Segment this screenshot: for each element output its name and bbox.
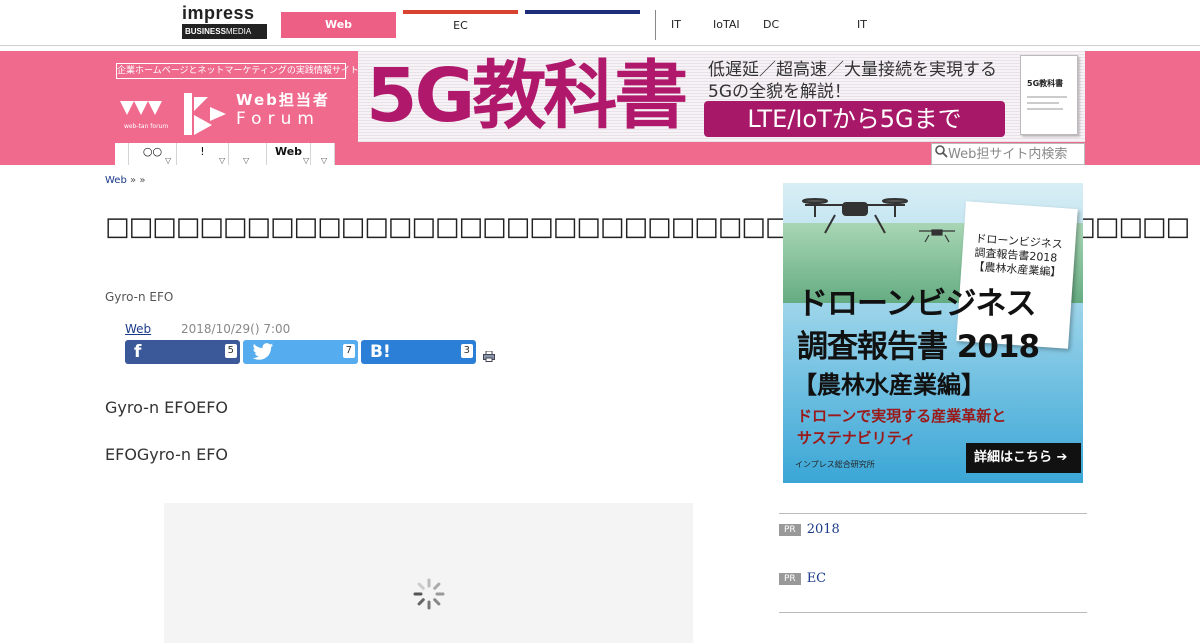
ad-title-line3: 【農林水産業編】 bbox=[793, 371, 985, 399]
inline-ad-placeholder bbox=[164, 503, 693, 643]
brand-line2: Forum bbox=[236, 109, 320, 129]
article-paragraph: Gyro-n EFOEFO bbox=[105, 398, 228, 417]
top-link-dc[interactable]: DC bbox=[763, 18, 779, 31]
nav-item-6[interactable]: ▽ bbox=[311, 143, 335, 165]
facebook-share-button[interactable]: f 5 bbox=[125, 340, 240, 364]
top-link-it-2[interactable]: IT bbox=[857, 18, 867, 31]
top-bar: impress BUSINESSMEDIA Web EC IT IoTAI DC… bbox=[0, 0, 1200, 46]
banner-ad-5g[interactable]: 5G教科書 低遅延／超高速／大量接続を実現する 5Gの全貌を解説！ LTE/Io… bbox=[358, 51, 1085, 142]
ad-title-line2: 調査報告書 2018 bbox=[797, 329, 1040, 365]
main-nav: ○○ ▽ ! ▽ ▽ Web ▽ ▽ bbox=[115, 143, 335, 165]
pr-item-text: EC bbox=[806, 571, 827, 586]
site-search-input[interactable]: Web担サイト内検索 bbox=[931, 143, 1085, 165]
banner-pill: LTE/IoTから5Gまで bbox=[704, 101, 1005, 137]
site-header: 企業ホームページとネットマーケティングの実践情報サイト Web担当者 Forum… bbox=[0, 51, 1200, 165]
ad-subtitle-line2: サステナビリティ bbox=[797, 429, 916, 447]
brand-small: web-tan forum bbox=[124, 123, 169, 130]
facebook-count: 5 bbox=[224, 344, 237, 358]
chevron-down-icon: ▽ bbox=[165, 156, 172, 165]
top-link-it[interactable]: IT bbox=[671, 18, 681, 31]
nav-item-3[interactable]: ! ▽ bbox=[177, 143, 229, 165]
search-placeholder: Web担サイト内検索 bbox=[948, 147, 1068, 162]
ad-title-line1: ドローンビジネス bbox=[797, 286, 1036, 322]
hatena-icon: B! bbox=[370, 342, 391, 362]
pr-badge: PR bbox=[779, 523, 801, 536]
pr-badge: PR bbox=[779, 572, 801, 585]
logo-top-text: impress bbox=[182, 3, 255, 23]
logo-bottom-text: BUSINESSMEDIA bbox=[182, 24, 267, 39]
drone-small-icon bbox=[919, 229, 955, 243]
ad-details-button[interactable]: 詳細はこちら ➔ bbox=[966, 443, 1081, 473]
hatena-count: 3 bbox=[460, 344, 473, 358]
hatena-share-button[interactable]: B! 3 bbox=[361, 340, 476, 364]
ad-subtitle-line1: ドローンで実現する産業革新と bbox=[797, 407, 1007, 425]
breadcrumb: Web » » bbox=[105, 175, 146, 186]
breadcrumb-web[interactable]: Web bbox=[105, 175, 127, 186]
nav-item-web[interactable]: Web ▽ bbox=[267, 143, 311, 165]
banner-book-image: 5G教科書 bbox=[1020, 55, 1078, 135]
brand-line1: Web担当者 bbox=[236, 91, 330, 109]
print-icon[interactable] bbox=[483, 347, 495, 362]
divider bbox=[655, 10, 656, 40]
sidebar-ad-drone-report[interactable]: ドローンビジネス 調査報告書2018 【農林水産業編】 ドローンビジネス 調査報… bbox=[783, 183, 1083, 483]
tab-blank[interactable] bbox=[525, 10, 640, 40]
facebook-icon: f bbox=[134, 342, 142, 362]
nav-item-2[interactable]: ○○ ▽ bbox=[129, 143, 177, 165]
chevron-down-icon: ▽ bbox=[219, 156, 226, 165]
nav-item-4[interactable]: ▽ bbox=[229, 143, 267, 165]
twitter-count: 7 bbox=[342, 344, 355, 358]
pr-item-text: 2018 bbox=[806, 522, 840, 537]
chevron-down-icon: ▽ bbox=[321, 156, 328, 165]
sidebar-divider bbox=[779, 612, 1087, 613]
article-category-link[interactable]: Web bbox=[125, 322, 151, 336]
article-author: Gyro-n EFO bbox=[105, 290, 174, 304]
tab-ec[interactable]: EC bbox=[403, 10, 518, 40]
site-tagline: 企業ホームページとネットマーケティングの実践情報サイト bbox=[116, 63, 359, 79]
web-tan-logo[interactable]: Web担当者 Forum web-tan forum bbox=[116, 87, 356, 137]
twitter-share-button[interactable]: 7 bbox=[243, 340, 358, 364]
chevron-down-icon: ▽ bbox=[303, 156, 310, 165]
report-cover-title: ドローンビジネス 調査報告書2018 【農林水産業編】 bbox=[973, 232, 1064, 280]
search-icon bbox=[934, 144, 948, 164]
article-date: 2018/10/29() 7:00 bbox=[181, 322, 291, 336]
banner-headline: 5G教科書 bbox=[366, 53, 688, 139]
impress-logo[interactable]: impress BUSINESSMEDIA bbox=[182, 3, 267, 39]
tab-web[interactable]: Web bbox=[281, 12, 396, 38]
twitter-icon bbox=[252, 342, 274, 367]
article-title: □□□□□□□□□□□□□□□□□□□□□□□□□□□□□□□□□□□□□□□□… bbox=[105, 212, 1190, 242]
chevron-down-icon: ▽ bbox=[243, 156, 250, 165]
top-link-iotai[interactable]: IoTAI bbox=[713, 18, 740, 31]
pr-item[interactable]: PR 2018 bbox=[779, 522, 840, 537]
drone-icon bbox=[802, 198, 908, 234]
loading-spinner-icon bbox=[413, 578, 445, 610]
banner-line2: 5Gの全貌を解説！ bbox=[708, 82, 851, 102]
article-paragraph: EFOGyro-n EFO bbox=[105, 445, 228, 464]
pr-item[interactable]: PR EC bbox=[779, 571, 826, 586]
ad-maker: インプレス総合研究所 bbox=[795, 460, 875, 469]
banner-book-title: 5G教科書 bbox=[1027, 79, 1064, 88]
nav-item-1[interactable] bbox=[115, 143, 129, 165]
sidebar-divider bbox=[779, 513, 1087, 514]
